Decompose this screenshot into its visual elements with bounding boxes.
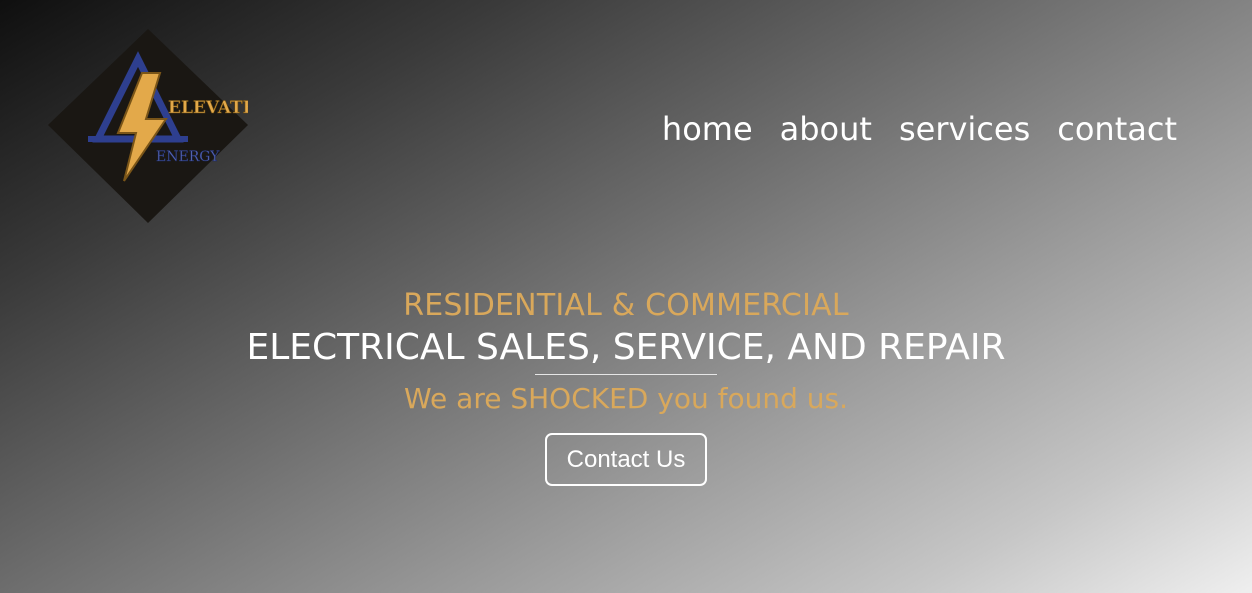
nav-home-link[interactable]: home — [662, 108, 753, 150]
nav-about-link[interactable]: about — [780, 108, 872, 150]
hero-section: RESIDENTIAL & COMMERCIAL ELECTRICAL SALE… — [0, 286, 1252, 486]
hero-kicker: RESIDENTIAL & COMMERCIAL — [403, 288, 849, 323]
hero-divider — [535, 374, 717, 375]
logo-text-elevated: ELEVATED — [168, 98, 248, 118]
hero-tagline: We are SHOCKED you found us. — [403, 382, 849, 415]
nav-contact-link[interactable]: contact — [1057, 108, 1177, 150]
contact-us-button[interactable]: Contact Us — [544, 433, 708, 486]
hero-title: ELECTRICAL SALES, SERVICE, AND REPAIR — [246, 327, 1006, 368]
logo-text-energy: ENERGY — [156, 149, 220, 165]
site-logo[interactable]: ELEVATED ENERGY — [48, 29, 248, 223]
main-nav: home about services contact — [662, 108, 1177, 150]
nav-services-link[interactable]: services — [899, 108, 1030, 150]
